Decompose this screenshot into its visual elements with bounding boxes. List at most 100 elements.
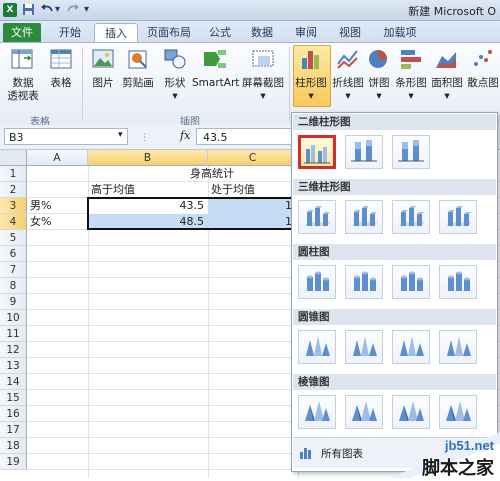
cell-a3[interactable]: 男%	[28, 198, 88, 214]
3d-column-option[interactable]	[439, 200, 477, 234]
formula-bar-splitter[interactable]: ⋮	[140, 133, 149, 143]
cell-a4[interactable]: 女%	[28, 214, 88, 230]
column-chart-icon	[302, 51, 319, 69]
area-chart-button[interactable]: 面积图 ▾	[430, 46, 464, 103]
row-header-10[interactable]: 10	[0, 310, 27, 326]
tab-file[interactable]: 文件	[3, 23, 41, 42]
100-stacked-pyramid-option[interactable]	[392, 395, 430, 429]
clustered-cylinder-option[interactable]	[298, 265, 336, 299]
fx-icon[interactable]: fx	[180, 129, 190, 142]
line-chart-button[interactable]: 折线图 ▾	[330, 46, 366, 103]
3d-clustered-column-option[interactable]	[298, 200, 336, 234]
save-icon[interactable]	[22, 2, 35, 17]
row-header-2[interactable]: 2	[0, 182, 27, 198]
stacked-column-option[interactable]	[345, 135, 383, 169]
100-stacked-column-option[interactable]	[392, 135, 430, 169]
clustered-cone-option[interactable]	[298, 330, 336, 364]
3d-pyramid-option[interactable]	[439, 395, 477, 429]
tab-home[interactable]: 开始	[50, 23, 90, 42]
select-all-corner[interactable]	[0, 150, 27, 166]
name-box[interactable]: B3	[4, 128, 128, 145]
undo-icon[interactable]	[40, 2, 54, 17]
section-3d-column: 三维柱形图	[293, 179, 496, 195]
row-header-4[interactable]: 4	[0, 214, 27, 230]
row-header-1[interactable]: 1	[0, 166, 27, 182]
column-header-b[interactable]: B	[88, 150, 208, 166]
excel-app-icon[interactable]: X	[3, 3, 17, 17]
100-stacked-cone-option[interactable]	[392, 330, 430, 364]
table-button[interactable]: 表格	[46, 46, 76, 90]
scatter-chart-button[interactable]: 散点图	[466, 46, 500, 90]
row-header-11[interactable]: 11	[0, 326, 27, 342]
stacked-pyramid-icon	[352, 401, 377, 421]
row-header-7[interactable]: 7	[0, 262, 27, 278]
row-header-14[interactable]: 14	[0, 374, 27, 390]
clustered-column-option[interactable]	[298, 135, 336, 169]
tab-page-layout[interactable]: 页面布局	[140, 23, 198, 42]
section-cylinder: 圆柱图	[293, 244, 496, 260]
row-header-13[interactable]: 13	[0, 358, 27, 374]
area-dropdown-arrow: ▾	[444, 90, 450, 102]
row-header-18[interactable]: 18	[0, 438, 27, 454]
tab-formulas[interactable]: 公式	[202, 23, 238, 42]
tab-view[interactable]: 视图	[332, 23, 368, 42]
3d-100-stacked-column-option[interactable]	[392, 200, 430, 234]
row-header-8[interactable]: 8	[0, 278, 27, 294]
row-header-5[interactable]: 5	[0, 230, 27, 246]
stacked-cylinder-option[interactable]	[345, 265, 383, 299]
redo-icon[interactable]	[66, 2, 80, 17]
group-separator	[289, 47, 290, 121]
clustered-cylinder-icon	[307, 271, 329, 291]
group-separator	[82, 47, 83, 121]
column-chart-button[interactable]: 柱形图 ▾	[292, 46, 330, 103]
bar-chart-button[interactable]: 条形图 ▾	[394, 46, 428, 103]
shapes-button[interactable]: 形状 ▾	[160, 46, 190, 103]
row-header-17[interactable]: 17	[0, 422, 27, 438]
clustered-pyramid-option[interactable]	[298, 395, 336, 429]
cell-c4[interactable]: 1	[208, 214, 296, 230]
column-header-c[interactable]: C	[208, 150, 298, 166]
tab-review[interactable]: 审阅	[288, 23, 324, 42]
tab-data[interactable]: 数据	[244, 23, 280, 42]
cell-b3[interactable]: 43.5	[88, 198, 208, 214]
clustered-cone-icon	[306, 336, 330, 356]
cell-b1-title[interactable]: 身高统计	[190, 166, 290, 182]
screenshot-dropdown-arrow: ▾	[260, 90, 266, 102]
name-box-dropdown-icon[interactable]: ▾	[118, 130, 123, 140]
3d-stacked-column-option[interactable]	[345, 200, 383, 234]
3d-cone-option[interactable]	[439, 330, 477, 364]
row-header-9[interactable]: 9	[0, 294, 27, 310]
pie-chart-icon	[369, 50, 387, 68]
screenshot-button[interactable]: 屏幕截图 ▾	[240, 46, 286, 103]
cell-b2[interactable]: 高于均值	[89, 182, 189, 198]
clipart-button[interactable]: 剪贴画	[120, 46, 156, 90]
stacked-cone-option[interactable]	[345, 330, 383, 364]
row-header-12[interactable]: 12	[0, 342, 27, 358]
row-header-3[interactable]: 3	[0, 198, 27, 214]
watermark: jb51.net 脚本之家	[350, 430, 500, 479]
3d-stacked-column-icon	[352, 206, 378, 226]
100-stacked-cone-icon	[400, 336, 424, 356]
row-header-6[interactable]: 6	[0, 246, 27, 262]
picture-button[interactable]: 图片	[88, 46, 118, 90]
tab-addins[interactable]: 加载项	[376, 23, 424, 42]
stacked-pyramid-option[interactable]	[345, 395, 383, 429]
stacked-column-icon	[351, 140, 377, 162]
pie-chart-button[interactable]: 饼图 ▾	[366, 46, 392, 103]
100-stacked-cylinder-option[interactable]	[392, 265, 430, 299]
row-header-15[interactable]: 15	[0, 390, 27, 406]
cell-c3[interactable]: 1	[208, 198, 296, 214]
pivot-table-button[interactable]: 数据 透视表	[3, 46, 43, 103]
picture-icon	[92, 49, 114, 68]
formula-input[interactable]: 43.5	[196, 128, 306, 145]
undo-dropdown-icon[interactable]: ▾	[55, 2, 60, 17]
customize-qa-icon[interactable]: ▾	[84, 2, 89, 17]
row-header-16[interactable]: 16	[0, 406, 27, 422]
cell-c2[interactable]: 处于均值	[209, 182, 289, 198]
tab-insert[interactable]: 插入	[94, 23, 138, 43]
smartart-button[interactable]: SmartArt	[192, 46, 239, 90]
row-header-19[interactable]: 19	[0, 454, 27, 470]
cell-b4[interactable]: 48.5	[88, 214, 208, 230]
3d-cylinder-option[interactable]	[439, 265, 477, 299]
column-header-a[interactable]: A	[27, 150, 88, 166]
